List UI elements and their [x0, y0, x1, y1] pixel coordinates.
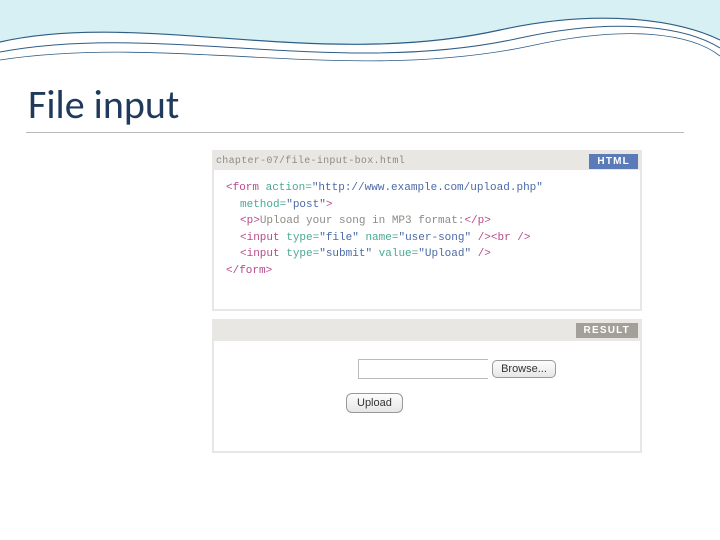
- example-container: chapter-07/file-input-box.html HTML <for…: [212, 150, 642, 461]
- panel-header: RESULT: [214, 321, 640, 339]
- code-token: "Upload": [418, 248, 477, 260]
- code-token: "post": [286, 199, 326, 211]
- code-token: name=: [365, 232, 398, 244]
- code-token: "submit": [319, 248, 378, 260]
- code-token: type=: [286, 248, 319, 260]
- panel-header: chapter-07/file-input-box.html HTML: [214, 152, 640, 170]
- file-input-row: Browse...: [286, 359, 628, 379]
- code-token: action=: [266, 182, 312, 194]
- code-token: value=: [379, 248, 419, 260]
- code-block: <form action="http://www.example.com/upl…: [214, 170, 640, 309]
- code-token: >: [326, 199, 333, 211]
- code-token: <input: [240, 248, 286, 260]
- result-badge: RESULT: [576, 323, 638, 338]
- slide-title: File input: [28, 80, 179, 129]
- code-token: <form: [226, 182, 266, 194]
- code-token: </p>: [464, 215, 490, 227]
- result-panel: RESULT Browse... Upload: [212, 319, 642, 453]
- code-token: <p>: [240, 215, 260, 227]
- code-token: "user-song": [398, 232, 477, 244]
- code-token: /><br />: [478, 232, 531, 244]
- code-token: <input: [240, 232, 286, 244]
- code-token: "file": [319, 232, 365, 244]
- result-preview: Browse... Upload: [214, 341, 640, 451]
- html-code-panel: chapter-07/file-input-box.html HTML <for…: [212, 150, 642, 311]
- title-underline: [26, 132, 684, 133]
- file-path-label: chapter-07/file-input-box.html: [216, 156, 405, 167]
- html-badge: HTML: [589, 154, 638, 169]
- code-token: />: [478, 248, 491, 260]
- code-token: </form>: [226, 265, 272, 277]
- slide-header-wave: [0, 0, 720, 80]
- code-token: Upload your song in MP3 format:: [260, 215, 465, 227]
- browse-button[interactable]: Browse...: [492, 360, 556, 378]
- code-token: type=: [286, 232, 319, 244]
- upload-button[interactable]: Upload: [346, 393, 403, 413]
- code-token: "http://www.example.com/upload.php": [312, 182, 543, 194]
- code-token: method=: [240, 199, 286, 211]
- file-input[interactable]: [358, 359, 488, 379]
